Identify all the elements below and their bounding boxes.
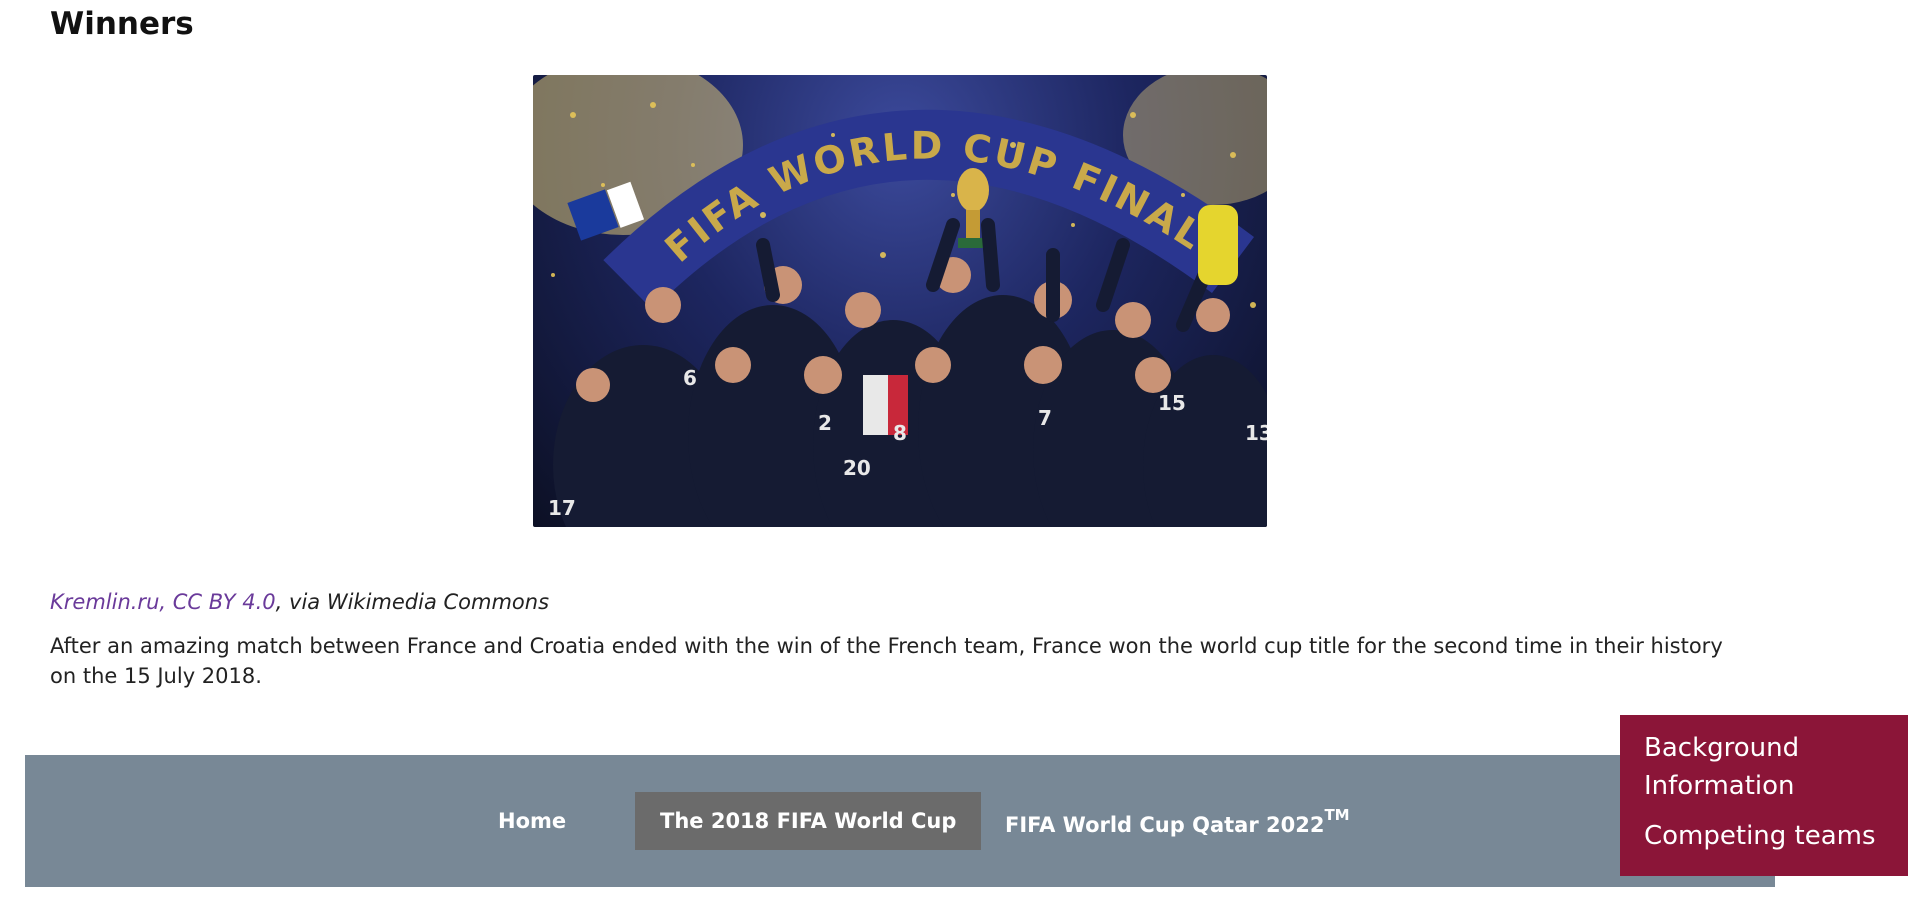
nav-2022-label: FIFA World Cup Qatar 2022 xyxy=(1005,813,1325,837)
image-credit: Kremlin.ru, CC BY 4.0, via Wikimedia Com… xyxy=(50,590,549,614)
winners-photo: FIFA WORLD CUP FINAL 6 2 20 8 7 15 13 17 xyxy=(533,75,1267,527)
nav-home-link[interactable]: Home xyxy=(483,792,581,850)
jersey-number: 8 xyxy=(893,421,907,445)
credit-suffix: , via Wikimedia Commons xyxy=(275,590,550,614)
jersey-number: 6 xyxy=(683,366,697,390)
nav-2018-world-cup-link[interactable]: The 2018 FIFA World Cup xyxy=(635,792,982,850)
section-heading: Winners xyxy=(50,6,194,42)
jersey-number: 13 xyxy=(1245,421,1267,445)
credit-link[interactable]: Kremlin.ru, CC BY 4.0 xyxy=(50,590,276,614)
jersey-number: 20 xyxy=(843,456,871,480)
jersey-number: 7 xyxy=(1038,406,1052,430)
jersey-number: 2 xyxy=(818,411,832,435)
dropdown-item-background-information[interactable]: Background Information xyxy=(1644,729,1884,805)
nav-2022-world-cup-link[interactable]: FIFA World Cup Qatar 2022TM xyxy=(990,796,1365,854)
winners-paragraph: After an amazing match between France an… xyxy=(50,634,1723,688)
trademark-sup: TM xyxy=(1324,806,1350,824)
dropdown-menu: Background Information Competing teams xyxy=(1620,715,1908,876)
jersey-number: 17 xyxy=(548,496,576,520)
jersey-number: 15 xyxy=(1158,391,1186,415)
dropdown-item-competing-teams[interactable]: Competing teams xyxy=(1644,817,1884,855)
